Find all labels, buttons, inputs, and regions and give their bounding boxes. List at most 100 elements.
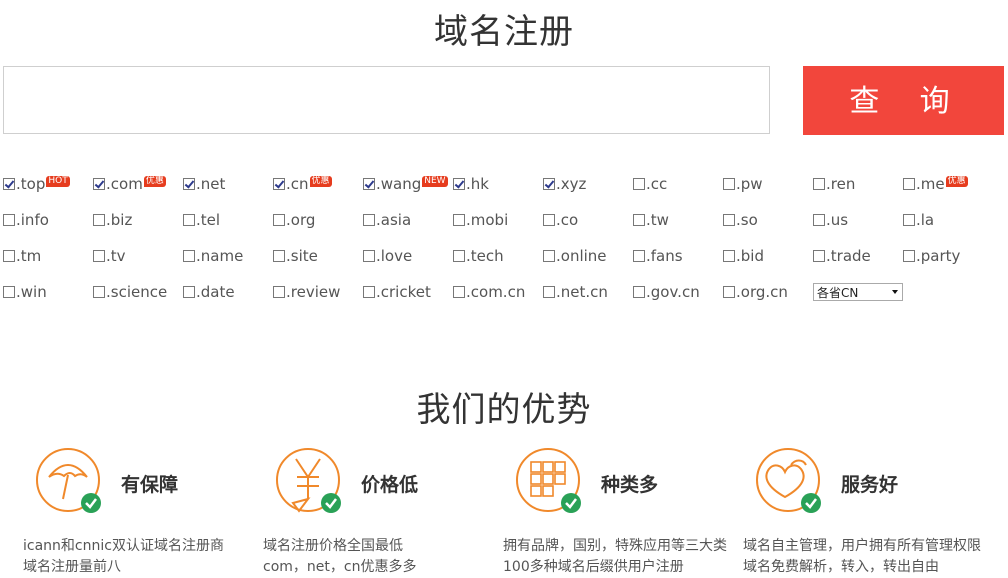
feature-title: 种类多 (601, 474, 659, 496)
tld-checkbox[interactable] (93, 250, 105, 262)
tld-checkbox[interactable] (3, 214, 15, 226)
tld-checkbox[interactable] (93, 286, 105, 298)
tld-checkbox[interactable] (903, 178, 915, 190)
tld-option[interactable]: .cricket (363, 282, 431, 302)
tld-checkbox[interactable] (453, 214, 465, 226)
tld-option[interactable]: .fans (633, 246, 683, 266)
tld-option[interactable]: .top HOT (3, 174, 70, 194)
tld-checkbox[interactable] (723, 214, 735, 226)
tld-checkbox[interactable] (183, 178, 195, 190)
tld-option[interactable]: .site (273, 246, 318, 266)
tld-option[interactable]: .me 优惠 (903, 174, 968, 194)
tld-checkbox[interactable] (813, 214, 825, 226)
tld-option[interactable]: .party (903, 246, 960, 266)
tld-checkbox[interactable] (93, 214, 105, 226)
tld-option[interactable]: .net.cn (543, 282, 608, 302)
tld-option[interactable]: .online (543, 246, 607, 266)
feature-desc: 拥有品牌，国别，特殊应用等三大类 (503, 538, 727, 554)
tld-option[interactable]: .tv (93, 246, 126, 266)
tld-checkbox[interactable] (453, 286, 465, 298)
tld-option[interactable]: .cc (633, 174, 667, 194)
tld-checkbox[interactable] (363, 250, 375, 262)
tld-checkbox[interactable] (723, 250, 735, 262)
tld-checkbox[interactable] (183, 250, 195, 262)
tld-option[interactable]: .ren (813, 174, 855, 194)
tld-option[interactable]: .wang NEW (363, 174, 448, 194)
tld-checkbox[interactable] (363, 286, 375, 298)
tld-option[interactable]: .win (3, 282, 47, 302)
tld-checkbox[interactable] (633, 178, 645, 190)
tld-option[interactable]: .net (183, 174, 225, 194)
tld-checkbox[interactable] (723, 286, 735, 298)
feature-desc: 域名注册价格全国最低 (263, 538, 403, 554)
tld-label: .win (16, 283, 47, 301)
tld-label: .cn (286, 175, 309, 193)
tld-option[interactable]: .com.cn (453, 282, 525, 302)
tld-option[interactable]: .love (363, 246, 412, 266)
tld-label: .org.cn (736, 283, 788, 301)
tld-option[interactable]: .asia (363, 210, 411, 230)
tld-checkbox[interactable] (273, 178, 285, 190)
tld-checkbox[interactable] (93, 178, 105, 190)
tld-checkbox[interactable] (183, 286, 195, 298)
tld-option[interactable]: .la (903, 210, 934, 230)
tld-option[interactable]: .so (723, 210, 758, 230)
tld-checkbox[interactable] (453, 250, 465, 262)
tld-option[interactable]: .trade (813, 246, 871, 266)
search-button[interactable]: 查 询 (803, 66, 1004, 135)
tld-checkbox[interactable] (633, 250, 645, 262)
feature-title: 价格低 (361, 474, 419, 496)
tld-option[interactable]: .org (273, 210, 315, 230)
tld-option[interactable]: .hk (453, 174, 489, 194)
tld-option[interactable]: .tm (3, 246, 41, 266)
tld-checkbox[interactable] (453, 178, 465, 190)
tld-checkbox[interactable] (543, 178, 555, 190)
tld-checkbox[interactable] (633, 214, 645, 226)
yuan-icon (276, 448, 341, 513)
tld-option[interactable]: .tw (633, 210, 669, 230)
tld-checkbox[interactable] (543, 250, 555, 262)
tld-label: .science (106, 283, 168, 301)
tld-option[interactable]: .co (543, 210, 578, 230)
tld-checkbox[interactable] (543, 286, 555, 298)
tld-label: .party (916, 247, 961, 265)
tld-option[interactable]: .date (183, 282, 235, 302)
tld-checkbox[interactable] (903, 214, 915, 226)
tld-option[interactable]: .science (93, 282, 167, 302)
tld-option[interactable]: .mobi (453, 210, 508, 230)
tld-option[interactable]: .cn 优惠 (273, 174, 332, 194)
tld-option[interactable]: .biz (93, 210, 132, 230)
tld-checkbox[interactable] (633, 286, 645, 298)
tld-checkbox[interactable] (363, 214, 375, 226)
tld-checkbox[interactable] (813, 178, 825, 190)
province-select[interactable]: 各省CN (813, 283, 903, 301)
tld-label: .review (286, 283, 341, 301)
tld-option[interactable]: .name (183, 246, 243, 266)
tld-option[interactable]: .info (3, 210, 49, 230)
tld-checkbox[interactable] (3, 286, 15, 298)
tld-checkbox[interactable] (723, 178, 735, 190)
tld-checkbox[interactable] (903, 250, 915, 262)
tld-checkbox[interactable] (273, 214, 285, 226)
tld-checkbox[interactable] (3, 178, 15, 190)
tld-option[interactable]: .tel (183, 210, 220, 230)
tld-badge: HOT (46, 175, 70, 187)
tld-checkbox[interactable] (273, 286, 285, 298)
tld-checkbox[interactable] (813, 250, 825, 262)
tld-checkbox[interactable] (543, 214, 555, 226)
tld-checkbox[interactable] (363, 178, 375, 190)
tld-option[interactable]: .review (273, 282, 340, 302)
tld-checkbox[interactable] (183, 214, 195, 226)
tld-option[interactable]: .gov.cn (633, 282, 700, 302)
tld-checkbox[interactable] (3, 250, 15, 262)
tld-option[interactable]: .us (813, 210, 848, 230)
tld-option[interactable]: .org.cn (723, 282, 788, 302)
tld-option[interactable]: .pw (723, 174, 763, 194)
domain-search-input[interactable] (3, 66, 770, 134)
tld-option[interactable]: .tech (453, 246, 504, 266)
tld-checkbox[interactable] (273, 250, 285, 262)
tld-option[interactable]: .bid (723, 246, 764, 266)
tld-option[interactable]: .com 优惠 (93, 174, 166, 194)
tld-option[interactable]: .xyz (543, 174, 586, 194)
feature-desc: 域名自主管理，用户拥有所有管理权限 (743, 538, 981, 554)
